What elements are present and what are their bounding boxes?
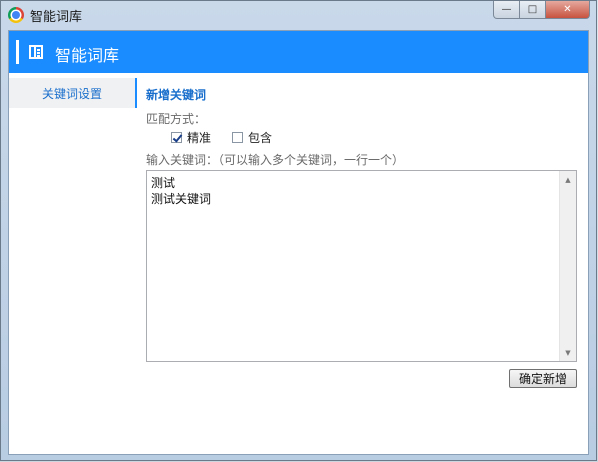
contains-label: 包含 [248, 131, 273, 145]
keywords-textarea[interactable]: 测试 测试关键词 ▲ ▼ [146, 170, 577, 362]
minimize-icon: — [501, 4, 512, 15]
match-mode-label: 匹配方式： [146, 112, 207, 126]
scroll-up-arrow-icon[interactable]: ▲ [560, 171, 576, 188]
window-controls: — □ ✕ [493, 1, 590, 20]
keyword-line: 测试 [151, 176, 176, 190]
scroll-down-arrow-icon[interactable]: ▼ [560, 344, 576, 361]
header-accent-bar [16, 40, 19, 64]
exact-label: 精准 [187, 131, 212, 145]
contains-checkbox[interactable] [232, 132, 243, 143]
keywords-content: 测试 测试关键词 [151, 175, 211, 207]
chrome-app-icon [8, 7, 24, 23]
title-bar[interactable]: 智能词库 — □ ✕ [1, 1, 596, 27]
option-contains[interactable]: 包含 [232, 129, 272, 146]
maximize-button[interactable]: □ [520, 1, 546, 19]
exact-checkbox[interactable] [171, 132, 182, 143]
minimize-button[interactable]: — [493, 1, 520, 19]
window-title: 智能词库 [30, 10, 83, 25]
close-icon: ✕ [563, 4, 572, 15]
confirm-add-button[interactable]: 确定新增 [509, 369, 577, 388]
sidebar-item-label: 关键词设置 [41, 86, 102, 101]
header-title: 智能词库 [55, 46, 120, 65]
sidebar-item-keyword-settings[interactable]: 关键词设置 [9, 78, 137, 108]
section-title: 新增关键词 [146, 88, 207, 102]
keywords-label: 输入关键词：（可以输入多个关键词，一行一个） [146, 153, 405, 167]
sidebar-panel-icon [29, 45, 43, 59]
main-panel: 新增关键词 匹配方式： 精准 包含 输入关键词：（可以输入多个关键词，一行一个）… [137, 73, 588, 454]
app-window: 智能词库 — □ ✕ 智能词库 关键词设置 新增关键词 匹配方式： 精准 包含 … [0, 0, 597, 461]
app-header: 智能词库 [9, 31, 588, 73]
close-button[interactable]: ✕ [546, 1, 590, 19]
vertical-scrollbar[interactable]: ▲ ▼ [559, 171, 576, 361]
app-client-area: 智能词库 关键词设置 新增关键词 匹配方式： 精准 包含 输入关键词：（可以输入… [8, 30, 589, 455]
maximize-icon: □ [527, 4, 538, 15]
keyword-line: 测试关键词 [151, 192, 212, 206]
option-exact[interactable]: 精准 [171, 129, 211, 146]
sidebar: 关键词设置 [9, 73, 137, 454]
